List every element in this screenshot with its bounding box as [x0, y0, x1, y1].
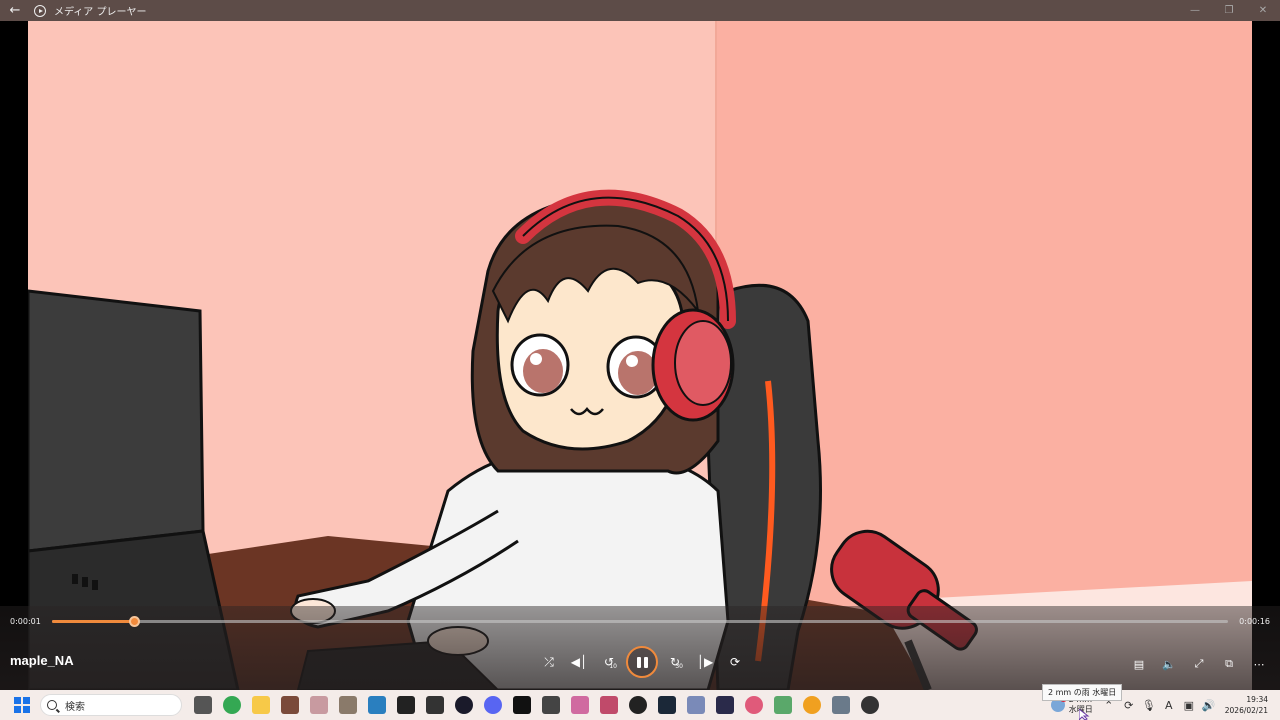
rewind-label: 10 — [609, 663, 617, 670]
microphone-icon[interactable]: 🎙 — [1139, 699, 1159, 712]
taskbar-search[interactable]: 検索 — [40, 694, 182, 716]
app-icon-1[interactable] — [280, 696, 299, 714]
ime-icon[interactable]: A — [1159, 699, 1179, 712]
steam-icon[interactable] — [657, 696, 676, 714]
view-controls: ▤ 🔈 ⤢ ⧉ ⋯ — [1124, 650, 1274, 678]
clock-time: 19:34 — [1246, 695, 1268, 704]
window-title: メディア プレーヤー — [54, 7, 147, 18]
weather-tooltip: 2 mm の雨 水曜日 — [1042, 684, 1123, 701]
chrome-icon[interactable] — [222, 696, 241, 714]
minimize-icon[interactable]: — — [1178, 0, 1212, 21]
app-icon-4[interactable] — [367, 696, 386, 714]
app-icon-11[interactable] — [715, 696, 734, 714]
clock[interactable]: 19:34 2026/02/21 — [1225, 694, 1268, 716]
clapper-icon[interactable] — [425, 696, 444, 714]
app-icon-13[interactable] — [773, 696, 792, 714]
clock-date: 2026/02/21 — [1224, 706, 1268, 715]
fullscreen-icon[interactable]: ⤢ — [1184, 650, 1214, 678]
forward-30-icon[interactable]: ↻ 30 — [660, 648, 690, 676]
search-icon — [47, 700, 57, 710]
shuffle-icon[interactable]: ⤮ — [534, 648, 564, 676]
repeat-icon[interactable]: ⟳ — [720, 648, 750, 676]
playback-controls: ⤮ ◀│ ↺ 10 ↻ 30 │▶ ⟳ — [534, 646, 750, 678]
app-icon-10[interactable] — [686, 696, 705, 714]
pause-icon[interactable] — [626, 646, 658, 678]
file-explorer-icon[interactable] — [251, 696, 270, 714]
epic-games-icon[interactable] — [396, 696, 415, 714]
display-icon[interactable]: ▣ — [1179, 699, 1199, 712]
discord-icon[interactable] — [483, 696, 502, 714]
seek-bar[interactable] — [52, 616, 1228, 627]
previous-icon[interactable]: ◀│ — [564, 648, 594, 676]
mini-player-icon[interactable]: ⧉ — [1214, 650, 1244, 678]
current-time: 0:00:01 — [10, 617, 41, 626]
seek-progress — [52, 620, 135, 623]
captions-icon[interactable]: ▤ — [1124, 650, 1154, 678]
media-player-taskbar-icon[interactable] — [628, 696, 647, 714]
speaker-icon[interactable]: 🔊 — [1199, 699, 1219, 712]
search-placeholder: 検索 — [65, 701, 85, 713]
media-player-icon — [34, 4, 46, 17]
next-icon[interactable]: │▶ — [690, 648, 720, 676]
media-player-window: ← メディア プレーヤー — ❐ ✕ 0:00:01 0:00:16 maple… — [0, 0, 1280, 720]
seek-thumb[interactable] — [129, 616, 141, 627]
title-bar: ← メディア プレーヤー — ❐ ✕ — [0, 0, 1280, 21]
window-controls: — ❐ ✕ — [1178, 0, 1280, 21]
app-icon-2[interactable] — [309, 696, 328, 714]
app-icon-12[interactable] — [744, 696, 763, 714]
app-icon-9[interactable] — [599, 696, 618, 714]
mouse-cursor-icon — [1079, 709, 1090, 720]
video-frame[interactable] — [28, 21, 1252, 690]
windows-start-icon[interactable] — [14, 697, 30, 713]
app-icon-3[interactable] — [338, 696, 357, 714]
media-title: maple_NA — [10, 653, 74, 668]
app-icon-5[interactable] — [454, 696, 473, 714]
close-icon[interactable]: ✕ — [1246, 0, 1280, 21]
app-icon-8[interactable] — [570, 696, 589, 714]
app-icon-15[interactable] — [860, 696, 879, 714]
task-view-icon[interactable] — [193, 696, 212, 714]
volume-icon[interactable]: 🔈 — [1154, 650, 1184, 678]
total-time: 0:00:16 — [1239, 617, 1270, 626]
taskbar-apps — [188, 696, 884, 714]
more-icon[interactable]: ⋯ — [1244, 650, 1274, 678]
app-icon-14[interactable] — [802, 696, 821, 714]
video-illustration — [28, 21, 1252, 690]
forward-label: 30 — [675, 663, 683, 670]
rewind-10-icon[interactable]: ↺ 10 — [594, 648, 624, 676]
app-icon-7[interactable] — [541, 696, 560, 714]
back-arrow-icon[interactable]: ← — [0, 0, 30, 21]
restore-icon[interactable]: ❐ — [1212, 0, 1246, 21]
player-controls: 0:00:01 0:00:16 maple_NA ⤮ ◀│ ↺ 10 ↻ 30 │▶… — [0, 606, 1280, 690]
app-icon-6[interactable] — [512, 696, 531, 714]
settings-icon[interactable] — [831, 696, 850, 714]
